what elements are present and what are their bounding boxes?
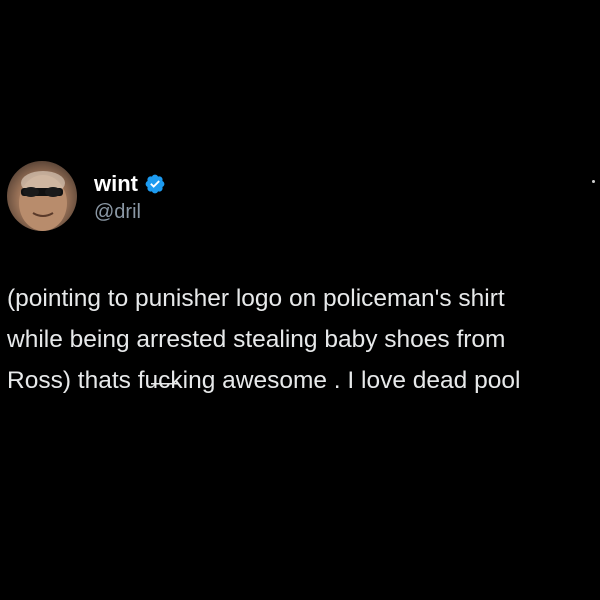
avatar-icon <box>19 171 67 231</box>
tweet-text-line: Ross) thats fu̶c̶king awesome . I love d… <box>7 367 521 394</box>
tweet-card: wint @dril (pointing to punisher logo on… <box>0 0 600 600</box>
tweet-body: (pointing to punisher logo on policeman'… <box>7 278 593 401</box>
author-display-name[interactable]: wint <box>94 171 138 197</box>
author-name-row[interactable]: wint <box>94 171 166 197</box>
verified-badge-icon <box>144 173 166 195</box>
decorative-dot <box>592 180 595 183</box>
tweet-text-line: (pointing to punisher logo on policeman'… <box>7 285 505 312</box>
author-handle[interactable]: @dril <box>94 200 141 224</box>
tweet-text-line: while being arrested stealing baby shoes… <box>7 326 506 353</box>
avatar[interactable] <box>7 161 77 231</box>
